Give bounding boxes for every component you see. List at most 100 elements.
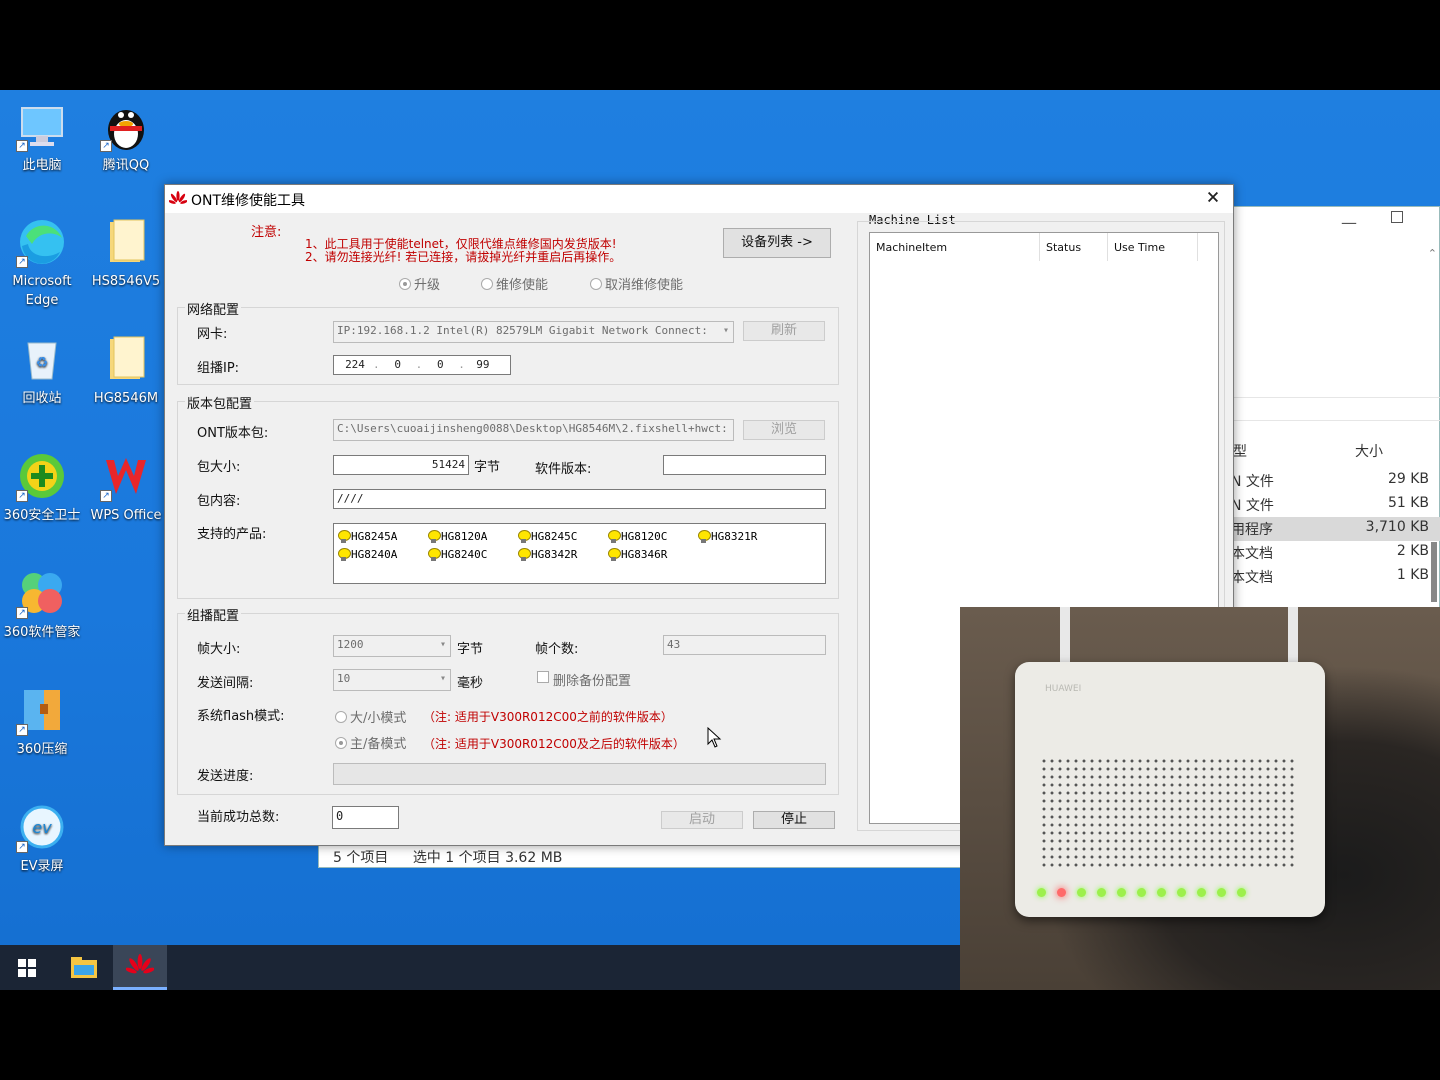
frame-size-label: 帧大小: [197, 642, 241, 657]
file-size: 3,710 KB [1365, 519, 1429, 535]
flash-mode-label: 系统flash模式: [197, 709, 285, 724]
column-status[interactable]: Status [1040, 233, 1108, 261]
desktop-icon-360-zip[interactable]: ↗ 360压缩 [0, 684, 84, 759]
explorer-row[interactable]: 本文档 1 KB [1231, 565, 1440, 589]
lightbulb-icon [428, 548, 441, 561]
shortcut-arrow-icon: ↗ [100, 140, 112, 152]
success-total-label: 当前成功总数: [197, 810, 280, 825]
desktop-icon-ev-recorder[interactable]: ev ↗ EV录屏 [0, 801, 84, 876]
explorer-scrollbar[interactable] [1431, 542, 1437, 602]
frame-size-select[interactable]: 1200 ▾ [333, 635, 451, 657]
stop-button[interactable]: 停止 [753, 811, 835, 829]
ont-package-label: ONT版本包: [197, 426, 269, 441]
desktop-icon-hg8546m[interactable]: HG8546M [84, 333, 168, 408]
radio-label: 取消维修使能 [605, 278, 684, 293]
radio-label: 主/备模式 [350, 737, 407, 752]
desktop-icon-this-pc[interactable]: ↗ 此电脑 [0, 100, 84, 175]
desktop-icon-hs8546v5[interactable]: HS8546V5 [84, 216, 168, 291]
refresh-button[interactable]: 刷新 [743, 321, 825, 341]
desktop-icon-recycle-bin[interactable]: ♻ 回收站 [0, 333, 84, 408]
lightbulb-icon [608, 548, 621, 561]
router-led [1117, 888, 1126, 897]
router-led [1217, 888, 1226, 897]
explorer-column-header: 型 大小 [1231, 437, 1440, 467]
mode-repair-radio[interactable]: 维修使能 [481, 274, 548, 293]
frame-count-value: 43 [663, 635, 826, 655]
shortcut-arrow-icon: ↗ [16, 140, 28, 152]
device-list-button[interactable]: 设备列表 -> [723, 228, 831, 258]
file-size: 2 KB [1396, 543, 1429, 559]
letterbox-top [0, 0, 1440, 90]
taskbar-ont-tool[interactable] [113, 945, 167, 990]
svg-text:♻: ♻ [36, 355, 49, 371]
column-machine-item[interactable]: MachineItem [870, 233, 1040, 261]
shortcut-arrow-icon: ↗ [16, 607, 28, 619]
maximize-icon[interactable] [1391, 211, 1403, 223]
radio-dot [590, 277, 602, 290]
router-led [1097, 888, 1106, 897]
desktop-icon-wps[interactable]: ↗ WPS Office [84, 450, 168, 525]
360-software-icon: ↗ [16, 567, 68, 619]
delete-backup-label: 删除备份配置 [553, 674, 632, 689]
start-button-windows[interactable] [0, 945, 54, 990]
desktop-icon-360-security[interactable]: ↗ 360安全卫士 [0, 450, 84, 525]
radio-dot [335, 736, 347, 749]
computer-icon: ↗ [16, 100, 68, 152]
send-interval-select[interactable]: 10 ▾ [333, 669, 451, 691]
mouse-cursor-icon [707, 726, 723, 749]
column-use-time[interactable]: Use Time [1108, 233, 1198, 261]
supported-products-label: 支持的产品: [197, 527, 267, 542]
product-item: HG8240C [428, 548, 487, 561]
desktop-icon-edge[interactable]: ↗ Microsoft Edge [0, 216, 84, 310]
shortcut-arrow-icon: ↗ [16, 841, 28, 853]
product-name: HG8240C [441, 548, 488, 561]
ont-package-path[interactable]: C:\Users\cuoaijinsheng0088\Desktop\HG854… [333, 419, 734, 441]
router-led [1177, 888, 1186, 897]
router-led [1237, 888, 1246, 897]
explorer-row[interactable]: N 文件 51 KB [1231, 493, 1440, 517]
desktop-icon-label: 360软件管家 [3, 625, 81, 640]
flash-mode-big-small-radio[interactable]: 大/小模式 [335, 707, 406, 726]
flash-mode-main-backup-radio[interactable]: 主/备模式 [335, 733, 406, 752]
chevron-up-icon[interactable]: ⌃ [1428, 247, 1437, 260]
ip-octet: 0 [436, 358, 444, 371]
folder-icon [100, 333, 152, 385]
qq-icon: ↗ [100, 100, 152, 152]
mode-upgrade-radio[interactable]: 升级 [399, 274, 440, 293]
taskbar-file-explorer[interactable] [57, 945, 111, 990]
product-name: HG8321R [711, 530, 758, 543]
360-zip-icon: ↗ [16, 684, 68, 736]
delete-backup-checkbox[interactable] [537, 671, 549, 683]
router-led [1037, 888, 1046, 897]
software-version-value [663, 455, 826, 475]
product-name: HG8346R [621, 548, 668, 561]
column-size-header[interactable]: 大小 [1355, 441, 1383, 461]
router-brand-label: HUAWEI [1045, 684, 1082, 694]
nic-value: IP:192.168.1.2 Intel(R) 82579LM Gigabit … [337, 324, 708, 337]
router-led [1197, 888, 1206, 897]
desktop-icon-360-software[interactable]: ↗ 360软件管家 [0, 567, 84, 642]
browse-button[interactable]: 浏览 [743, 420, 825, 440]
supported-products-list: HG8245A HG8120A HG8245C HG8120C HG8321R … [333, 523, 826, 584]
shortcut-arrow-icon: ↗ [16, 256, 28, 268]
explorer-row[interactable]: 本文档 2 KB [1231, 541, 1440, 565]
lightbulb-icon [518, 530, 531, 543]
column-type-header[interactable]: 型 [1233, 441, 1247, 461]
360-security-icon: ↗ [16, 450, 68, 502]
nic-select[interactable]: IP:192.168.1.2 Intel(R) 82579LM Gigabit … [333, 321, 734, 343]
desktop-icon-qq[interactable]: ↗ 腾讯QQ [84, 100, 168, 175]
mode-cancel-radio[interactable]: 取消维修使能 [590, 274, 683, 293]
explorer-search-area[interactable]: ⌃ [1231, 247, 1440, 269]
multicast-ip-field[interactable]: 224. 0. 0. 99 [333, 355, 511, 375]
close-icon[interactable]: × [1201, 187, 1225, 211]
product-item: HG8120A [428, 530, 487, 543]
chevron-down-icon: ▾ [722, 325, 729, 336]
lightbulb-icon [698, 530, 711, 543]
start-button[interactable]: 启动 [661, 811, 743, 829]
minimize-icon[interactable]: — [1341, 213, 1357, 232]
explorer-row[interactable]: N 文件 29 KB [1231, 469, 1440, 493]
explorer-row-selected[interactable]: 用程序 3,710 KB [1231, 517, 1440, 541]
product-item: HG8346R [608, 548, 667, 561]
desktop-icon-label: WPS Office [90, 508, 162, 523]
desktop-icon-label: 此电脑 [22, 158, 62, 173]
